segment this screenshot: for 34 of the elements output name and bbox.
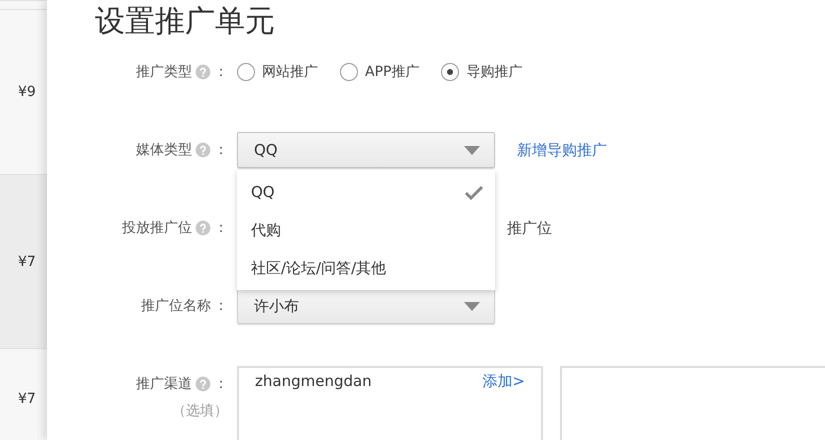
price-text: ¥9 bbox=[17, 84, 36, 100]
add-link[interactable]: 添加> bbox=[482, 372, 525, 391]
option-text: 推广位 bbox=[507, 218, 552, 238]
colon: ： bbox=[214, 141, 228, 159]
menu-item[interactable]: 代购 bbox=[237, 211, 495, 249]
dialog-title: 设置推广单元 bbox=[95, 3, 276, 41]
dropdown-select[interactable]: 许小布 bbox=[237, 288, 495, 324]
price-text: ¥7 bbox=[17, 254, 36, 270]
caret-icon bbox=[464, 302, 480, 310]
dropdown-select[interactable]: QQ bbox=[237, 132, 495, 168]
menu-item[interactable]: 社区/论坛/问答/其他 bbox=[237, 249, 495, 287]
optional-hint: （选填） bbox=[172, 402, 228, 420]
field-label: 推广类型 bbox=[136, 63, 192, 81]
check-icon bbox=[465, 184, 483, 200]
help-icon[interactable] bbox=[195, 64, 211, 80]
field-label: 推广渠道 bbox=[136, 375, 192, 393]
field-label: 投放推广位 bbox=[122, 219, 192, 237]
help-icon[interactable] bbox=[195, 142, 211, 158]
help-icon[interactable] bbox=[195, 376, 211, 392]
menu-item[interactable]: QQ bbox=[237, 173, 495, 211]
field-label: 推广位名称 bbox=[141, 297, 211, 315]
radio-option[interactable]: APP推广 bbox=[340, 63, 420, 81]
price-text: ¥7 bbox=[17, 391, 36, 407]
radio-option[interactable]: 导购推广 bbox=[441, 63, 522, 81]
colon: ： bbox=[214, 219, 228, 237]
help-icon[interactable] bbox=[195, 220, 211, 236]
channel-box[interactable]: zhangmengdan 添加> bbox=[237, 366, 543, 440]
colon: ： bbox=[214, 375, 228, 393]
radio-option[interactable]: 网站推广 bbox=[237, 63, 318, 81]
field-label: 媒体类型 bbox=[136, 141, 192, 159]
caret-icon bbox=[464, 146, 480, 154]
add-link[interactable]: 新增导购推广 bbox=[517, 140, 607, 160]
colon: ： bbox=[214, 297, 228, 315]
colon: ： bbox=[214, 63, 228, 81]
